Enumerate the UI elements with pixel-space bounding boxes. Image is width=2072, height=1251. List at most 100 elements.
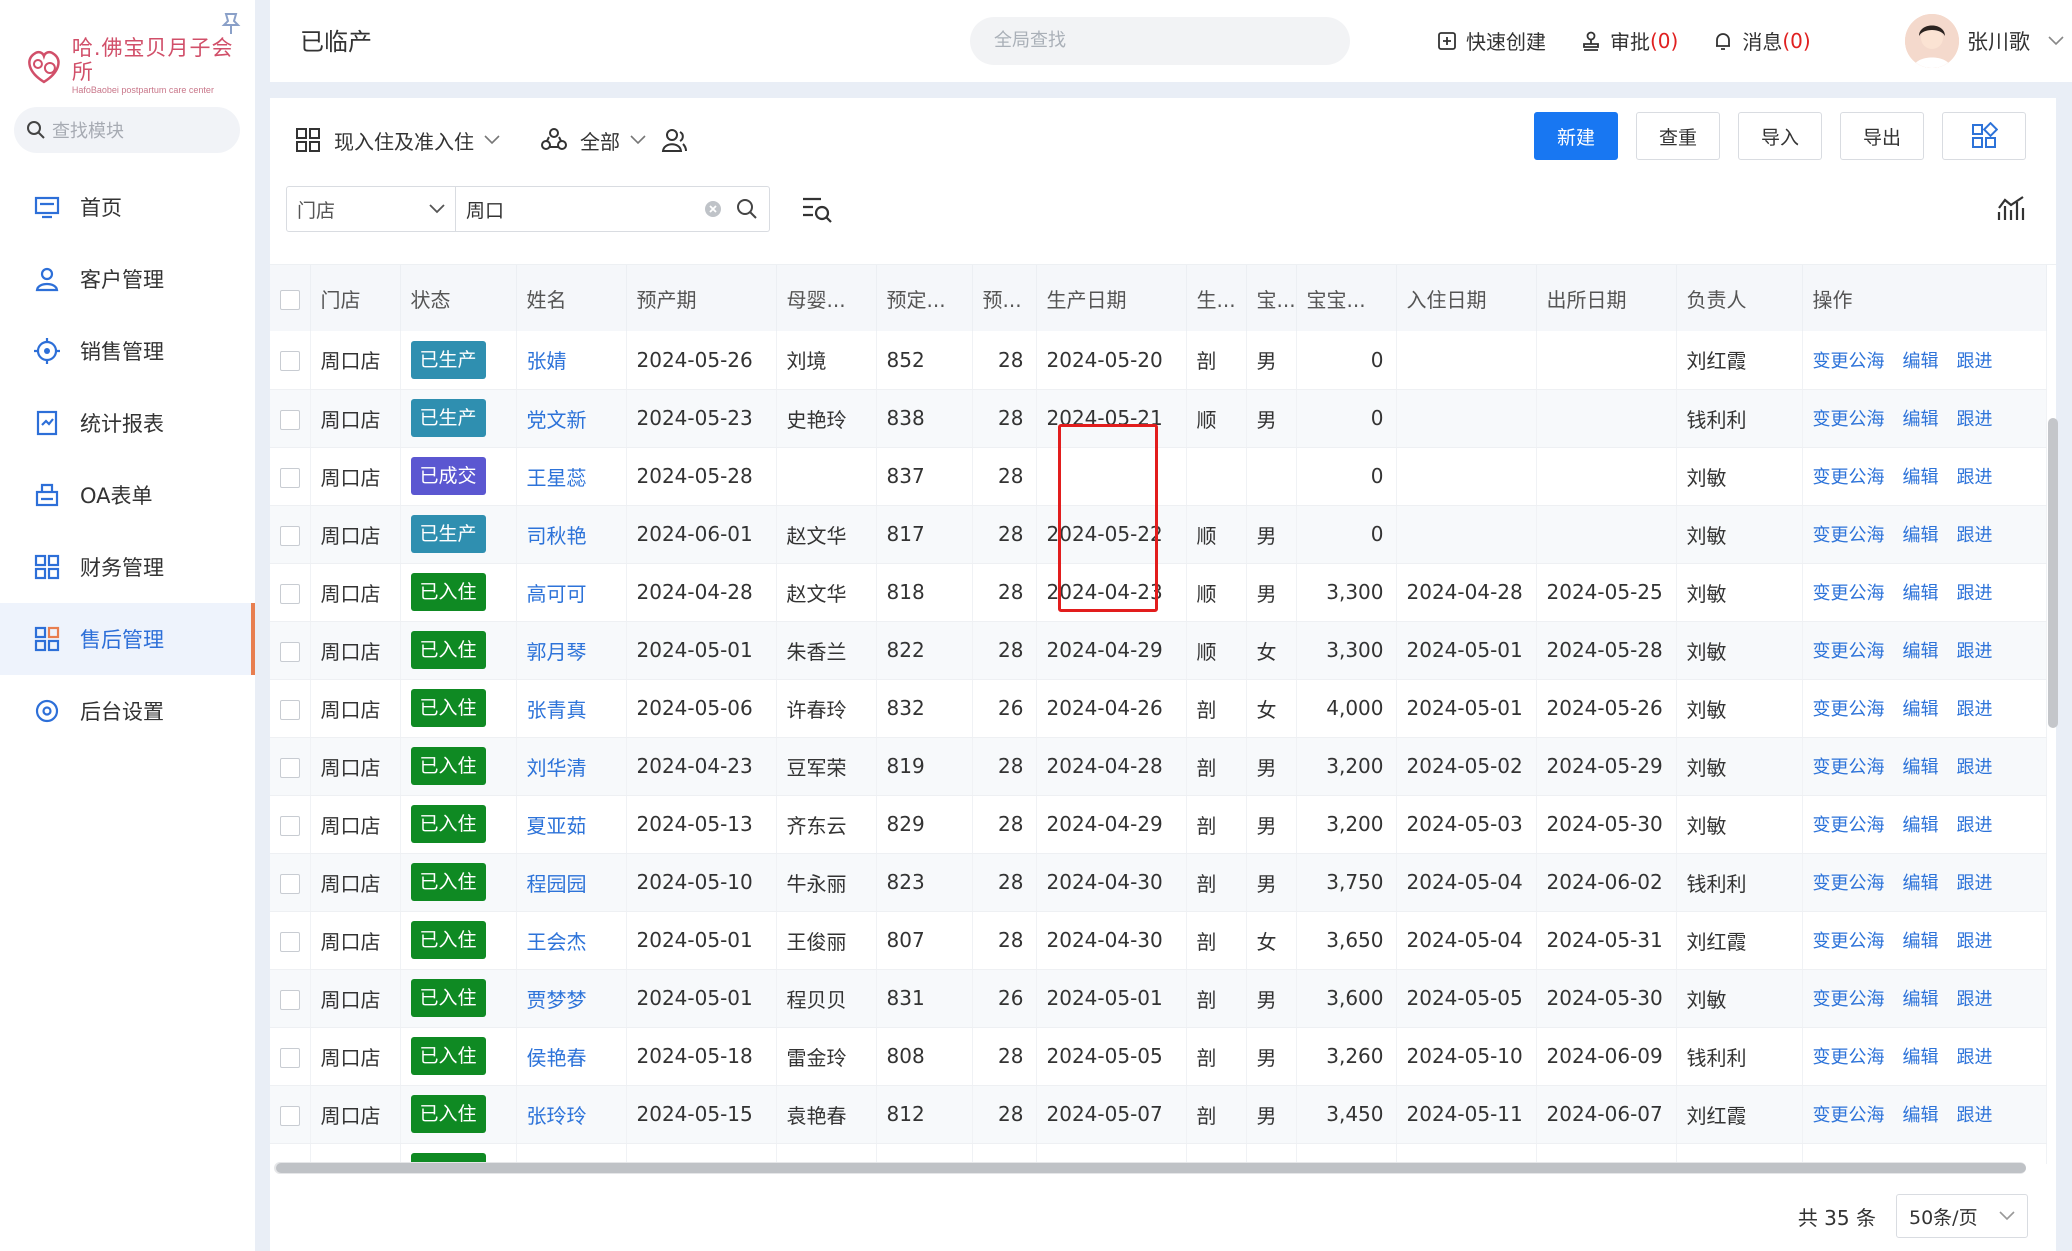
store-field-select[interactable]: 门店 — [286, 186, 456, 232]
checkbox[interactable] — [280, 467, 300, 488]
messages-button[interactable]: 消息 (0) — [1712, 26, 1811, 55]
row-checkbox-cell[interactable] — [270, 853, 311, 912]
horizontal-scrollbar[interactable] — [276, 1163, 2026, 1173]
sidebar-item-home[interactable]: 首页 — [0, 171, 255, 243]
follow-up-link[interactable]: 跟进 — [1957, 1105, 1993, 1126]
customer-name-link[interactable]: 夏亚茹 — [527, 814, 587, 838]
follow-up-link[interactable]: 跟进 — [1957, 1047, 1993, 1068]
edit-link[interactable]: 编辑 — [1903, 699, 1939, 720]
pin-icon[interactable] — [220, 12, 242, 36]
user-filter-icon[interactable] — [660, 126, 688, 154]
checkbox[interactable] — [280, 989, 300, 1010]
checkbox[interactable] — [280, 873, 300, 894]
quick-create-button[interactable]: 快速创建 — [1436, 26, 1546, 55]
column-header[interactable]: 状态 — [400, 265, 517, 331]
edit-link[interactable]: 编辑 — [1903, 989, 1939, 1010]
row-checkbox-cell[interactable] — [270, 331, 311, 390]
change-pool-link[interactable]: 变更公海 — [1813, 989, 1885, 1010]
column-header[interactable]: 入住日期 — [1396, 265, 1537, 331]
layout-button[interactable] — [1942, 112, 2026, 160]
customer-name-link[interactable]: 高可可 — [527, 582, 587, 606]
table-row[interactable]: 周口店 已成交 王星蕊 2024-05-28 837 28 0 刘敏 变更公海 编辑 跟进 — [270, 447, 2047, 506]
follow-up-link[interactable]: 跟进 — [1957, 409, 1993, 430]
table-row[interactable]: 周口店 已入住 程园园 2024-05-10 牛永丽 823 28 2024-04-30 剖男 3… — [270, 853, 2047, 912]
page-size-select[interactable]: 50条/页 — [1896, 1194, 2028, 1238]
change-pool-link[interactable]: 变更公海 — [1813, 757, 1885, 778]
edit-link[interactable]: 编辑 — [1903, 641, 1939, 662]
follow-up-link[interactable]: 跟进 — [1957, 989, 1993, 1010]
row-checkbox-cell[interactable] — [270, 1143, 311, 1164]
checkbox[interactable] — [280, 757, 300, 778]
checkbox[interactable] — [280, 525, 300, 546]
column-header[interactable]: 预产期 — [626, 265, 777, 331]
customer-name-link[interactable]: 司秋艳 — [527, 524, 587, 548]
user-menu[interactable]: 张川歌 — [1905, 14, 2064, 68]
row-checkbox-cell[interactable] — [270, 969, 311, 1028]
table-row[interactable]: 周口店 已生产 党文新 2024-05-23 史艳玲 838 28 2024-05-21 顺男 0… — [270, 389, 2047, 448]
column-header[interactable]: 生... — [1186, 265, 1247, 331]
change-pool-link[interactable]: 变更公海 — [1813, 1047, 1885, 1068]
customer-name-link[interactable]: 侯艳春 — [527, 1046, 587, 1070]
customer-name-link[interactable]: 王星蕊 — [527, 466, 587, 490]
export-button[interactable]: 导出 — [1839, 112, 1924, 160]
edit-link[interactable]: 编辑 — [1903, 583, 1939, 604]
table-row[interactable]: 已入住 变更公海编辑跟进 — [270, 1143, 2047, 1164]
row-checkbox-cell[interactable] — [270, 447, 311, 506]
change-pool-link[interactable]: 变更公海 — [1813, 873, 1885, 894]
advanced-filter-icon[interactable] — [800, 194, 834, 224]
edit-link[interactable]: 编辑 — [1903, 873, 1939, 894]
row-checkbox-cell[interactable] — [270, 679, 311, 738]
keyword-search-input[interactable]: 周口 — [456, 186, 770, 232]
select-all-checkbox[interactable] — [270, 265, 311, 331]
column-header[interactable]: 姓名 — [516, 265, 627, 331]
clear-icon[interactable] — [703, 199, 723, 219]
sidebar-item-finance[interactable]: 财务管理 — [0, 531, 255, 603]
follow-up-link[interactable]: 跟进 — [1957, 525, 1993, 546]
change-pool-link[interactable]: 变更公海 — [1813, 641, 1885, 662]
checkbox[interactable] — [280, 815, 300, 836]
follow-up-link[interactable]: 跟进 — [1957, 641, 1993, 662]
table-row[interactable]: 周口店 已入住 郭月琴 2024-05-01 朱香兰 822 28 2024-04-29 顺女 3… — [270, 621, 2047, 680]
customer-name-link[interactable]: 张青真 — [527, 698, 587, 722]
checkbox[interactable] — [280, 583, 300, 604]
column-header[interactable]: 负责人 — [1676, 265, 1803, 331]
customer-name-link[interactable]: 贾梦梦 — [527, 988, 587, 1012]
chart-icon[interactable] — [1996, 194, 2026, 222]
table-row[interactable]: 周口店 已入住 高可可 2024-04-28 赵文华 818 28 2024-04-23 顺男 3… — [270, 563, 2047, 622]
follow-up-link[interactable]: 跟进 — [1957, 931, 1993, 952]
column-header[interactable]: 宝... — [1246, 265, 1297, 331]
change-pool-link[interactable]: 变更公海 — [1813, 525, 1885, 546]
sidebar-item-sales[interactable]: 销售管理 — [0, 315, 255, 387]
dedupe-button[interactable]: 查重 — [1635, 112, 1720, 160]
sidebar-item-settings[interactable]: 后台设置 — [0, 675, 255, 747]
column-header[interactable]: 出所日期 — [1536, 265, 1677, 331]
row-checkbox-cell[interactable] — [270, 1085, 311, 1144]
change-pool-link[interactable]: 变更公海 — [1813, 699, 1885, 720]
follow-up-link[interactable]: 跟进 — [1957, 757, 1993, 778]
sidebar-item-after-sales[interactable]: 售后管理 — [0, 603, 255, 675]
follow-up-link[interactable]: 跟进 — [1957, 815, 1993, 836]
module-search-input[interactable]: 查找模块 — [14, 107, 240, 153]
change-pool-link[interactable]: 变更公海 — [1813, 467, 1885, 488]
checkbox[interactable] — [280, 1047, 300, 1068]
edit-link[interactable]: 编辑 — [1903, 467, 1939, 488]
table-row[interactable]: 周口店 已入住 贾梦梦 2024-05-01 程贝贝 831 26 2024-05-01 剖男 3… — [270, 969, 2047, 1028]
table-row[interactable]: 周口店 已入住 张玲玲 2024-05-15 袁艳春 812 28 2024-05-07 剖男 3… — [270, 1085, 2047, 1144]
row-checkbox-cell[interactable] — [270, 1027, 311, 1086]
table-row[interactable]: 周口店 已入住 侯艳春 2024-05-18 雷金玲 808 28 2024-05-05 剖男 3… — [270, 1027, 2047, 1086]
scope-dropdown[interactable]: 现入住及准入住 — [294, 126, 500, 155]
checkbox[interactable] — [280, 351, 300, 372]
approval-button[interactable]: 审批 (0) — [1580, 26, 1678, 55]
change-pool-link[interactable]: 变更公海 — [1813, 931, 1885, 952]
column-header[interactable]: 预... — [972, 265, 1037, 331]
checkbox[interactable] — [280, 931, 300, 952]
follow-up-link[interactable]: 跟进 — [1957, 467, 1993, 488]
follow-up-link[interactable]: 跟进 — [1957, 583, 1993, 604]
edit-link[interactable]: 编辑 — [1903, 525, 1939, 546]
change-pool-link[interactable]: 变更公海 — [1813, 583, 1885, 604]
edit-link[interactable]: 编辑 — [1903, 351, 1939, 372]
table-row[interactable]: 周口店 已入住 刘华清 2024-04-23 豆军荣 819 28 2024-04-28 剖男 3… — [270, 737, 2047, 796]
edit-link[interactable]: 编辑 — [1903, 931, 1939, 952]
row-checkbox-cell[interactable] — [270, 389, 311, 448]
edit-link[interactable]: 编辑 — [1903, 1047, 1939, 1068]
